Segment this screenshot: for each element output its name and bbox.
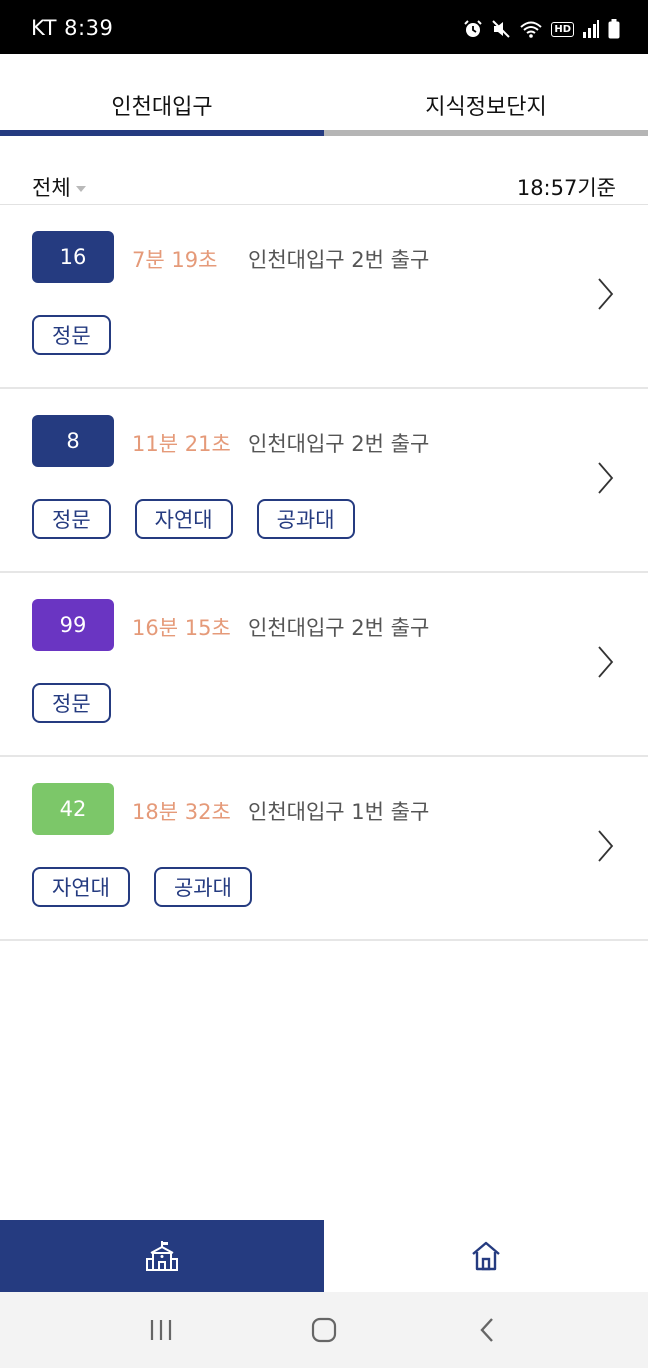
destination-tag: 정문 <box>32 683 111 723</box>
destination-tag: 정문 <box>32 499 111 539</box>
chevron-right-icon[interactable] <box>596 461 614 495</box>
nav-school-button[interactable] <box>0 1220 324 1292</box>
signal-icon <box>583 20 599 38</box>
mute-icon <box>492 20 511 38</box>
arrival-time: 18분 32초 <box>132 800 231 824</box>
bus-list-item[interactable]: 8 11분 21초 인천대입구 2번 출구 정문 자연대 공과대 <box>0 389 648 573</box>
carrier-time: KT 8:39 <box>31 16 114 40</box>
filter-selected-value: 전체 <box>32 176 71 200</box>
arrival-time: 11분 21초 <box>132 432 231 456</box>
wifi-icon <box>520 21 542 38</box>
destination-tag: 자연대 <box>32 867 130 907</box>
bus-list-item[interactable]: 16 7분 19초 인천대입구 2번 출구 정문 <box>0 205 648 389</box>
nav-home-button[interactable] <box>324 1220 648 1292</box>
status-icons: HD <box>463 18 620 40</box>
caret-down-icon <box>75 185 86 192</box>
tab-underline <box>0 130 324 136</box>
arrival-time: 7분 19초 <box>132 248 218 272</box>
recent-apps-icon <box>151 1320 172 1340</box>
home-icon <box>472 1241 500 1271</box>
bus-number-badge: 42 <box>32 783 114 835</box>
destination-tags: 자연대 공과대 <box>32 867 252 907</box>
bus-list-item[interactable]: 42 18분 32초 인천대입구 1번 출구 자연대 공과대 <box>0 757 648 941</box>
tab-label: 지식정보단지 <box>425 95 547 120</box>
destination-tag: 정문 <box>32 315 111 355</box>
arrival-time: 16분 15초 <box>132 616 231 640</box>
stop-name: 인천대입구 1번 출구 <box>248 800 430 824</box>
chevron-right-icon[interactable] <box>596 277 614 311</box>
destination-tag: 자연대 <box>134 499 233 539</box>
system-home-button[interactable] <box>294 1310 354 1350</box>
destination-tags: 정문 <box>32 683 111 723</box>
tab-knowledge-info-complex[interactable]: 지식정보단지 <box>324 54 648 136</box>
system-nav-bar <box>0 1292 648 1368</box>
alarm-icon <box>464 20 483 37</box>
destination-tags: 정문 <box>32 315 111 355</box>
filter-row: 전체 18:57기준 <box>0 168 648 204</box>
bottom-nav <box>0 1220 648 1292</box>
stop-name: 인천대입구 2번 출구 <box>248 432 430 456</box>
school-icon <box>146 1241 178 1271</box>
recent-apps-button[interactable] <box>131 1310 191 1350</box>
base-time: 18:57기준 <box>516 176 616 200</box>
destination-tag: 공과대 <box>153 867 252 907</box>
chevron-right-icon[interactable] <box>596 645 614 679</box>
filter-dropdown[interactable]: 전체 <box>32 172 86 202</box>
bus-list-item[interactable]: 99 16분 15초 인천대입구 2번 출구 정문 <box>0 573 648 757</box>
stop-name: 인천대입구 2번 출구 <box>248 248 430 272</box>
status-bar: KT 8:39 HD <box>0 0 648 54</box>
chevron-right-icon[interactable] <box>596 829 614 863</box>
bus-number-badge: 16 <box>32 231 114 283</box>
bus-number-badge: 8 <box>32 415 114 467</box>
stop-name: 인천대입구 2번 출구 <box>248 616 430 640</box>
destination-tags: 정문 자연대 공과대 <box>32 499 355 539</box>
station-tabs: 인천대입구 지식정보단지 <box>0 54 648 136</box>
hd-badge: HD <box>551 21 574 37</box>
battery-icon <box>608 19 620 39</box>
bus-number-badge: 99 <box>32 599 114 651</box>
tab-incheon-univ-entrance[interactable]: 인천대입구 <box>0 54 324 136</box>
tab-underline <box>324 130 648 136</box>
back-icon <box>480 1318 493 1342</box>
home-button-icon <box>311 1317 337 1343</box>
tab-label: 인천대입구 <box>111 95 213 120</box>
destination-tag: 공과대 <box>256 499 355 539</box>
system-back-button[interactable] <box>457 1310 517 1350</box>
bus-arrival-list: 16 7분 19초 인천대입구 2번 출구 정문 8 11분 21초 인천대입구… <box>0 204 648 941</box>
